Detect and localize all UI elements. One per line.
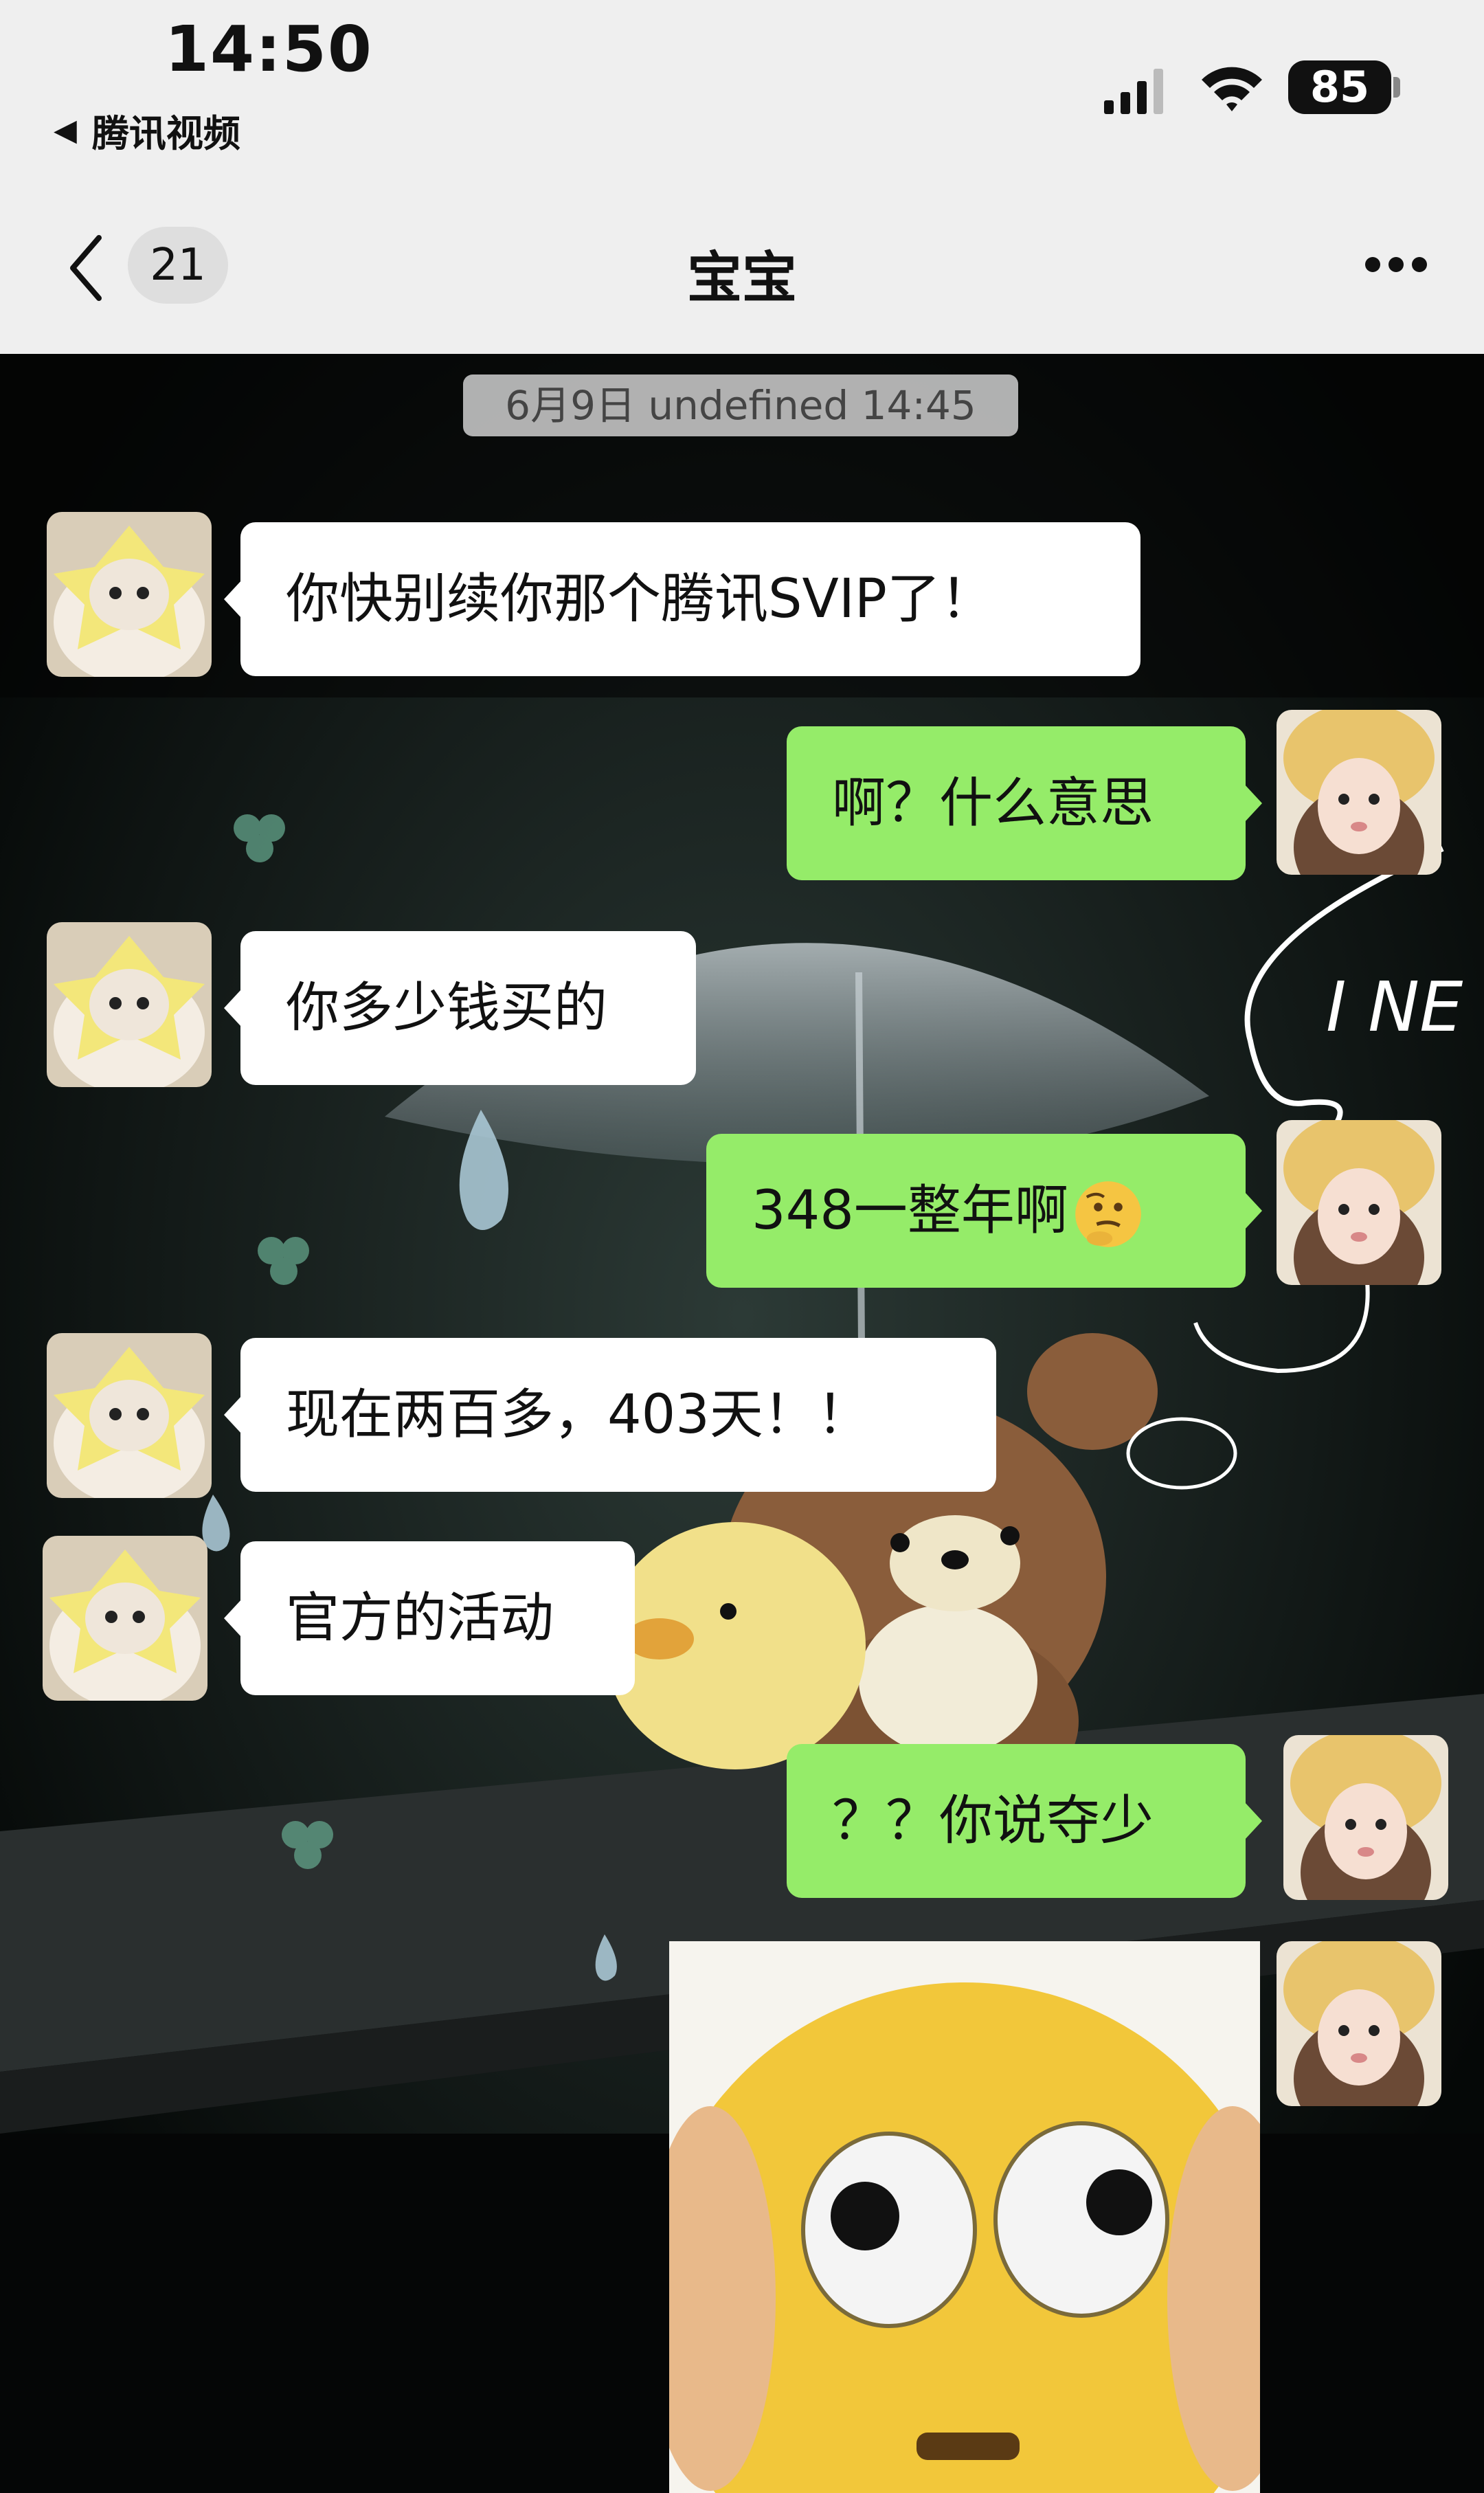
chat-title: 宝宝 [687, 246, 797, 310]
contact-avatar[interactable] [43, 1536, 207, 1701]
contact-avatar[interactable] [47, 512, 212, 677]
user-avatar[interactable] [1277, 1941, 1441, 2106]
message-bubble-outgoing[interactable]: 348一整年啊 [706, 1134, 1262, 1288]
battery-icon: 85 [1288, 60, 1391, 114]
message-text: 348一整年啊 [752, 1180, 1068, 1242]
contact-avatar[interactable] [47, 922, 212, 1087]
message-text: 啊？什么意思 [832, 772, 1154, 834]
message-bubble-outgoing[interactable]: 啊？什么意思 [787, 726, 1262, 880]
user-avatar[interactable] [1277, 1120, 1441, 1285]
message-text: 现在两百多，403天！！ [286, 1384, 870, 1446]
message-bubble-outgoing[interactable]: ？？你说夺少 [787, 1744, 1262, 1898]
message-bubble-incoming[interactable]: 你多少钱买的 [224, 931, 696, 1085]
back-triangle-icon: ◀ [54, 113, 77, 148]
cellular-signal-icon [1104, 69, 1163, 114]
user-avatar[interactable] [1283, 1735, 1448, 1900]
message-bubble-incoming[interactable]: 官方的活动 [224, 1541, 635, 1695]
message-timestamp: 6月9日 undefined 14:45 [463, 374, 1018, 436]
status-time: 14:50 [165, 12, 373, 86]
chat-area[interactable]: I NE 6月9日 undefined 14:45 你快别续你那个腾讯SVIP了… [0, 354, 1484, 2493]
user-avatar[interactable] [1277, 710, 1441, 875]
shocked-face-sticker[interactable] [669, 1941, 1260, 2493]
thinking-face-icon [1075, 1181, 1141, 1247]
back-app-label: 腾讯视频 [91, 112, 240, 155]
message-text: 官方的活动 [286, 1587, 554, 1649]
more-icon[interactable] [1364, 254, 1429, 275]
back-to-app-link[interactable]: ◀ 腾讯视频 [54, 103, 240, 157]
message-bubble-incoming[interactable]: 你快别续你那个腾讯SVIP了！ [224, 522, 1140, 676]
message-text: ？？你说夺少 [832, 1790, 1154, 1852]
message-bubble-incoming[interactable]: 现在两百多，403天！！ [224, 1338, 996, 1492]
background-doodle-text: I NE [1326, 967, 1463, 1047]
battery-tip [1393, 77, 1400, 98]
message-text: 你快别续你那个腾讯SVIP了！ [286, 568, 994, 630]
message-text: 你多少钱买的 [286, 977, 608, 1039]
contact-avatar[interactable] [47, 1333, 212, 1498]
top-bar: 14:50 ◀ 腾讯视频 85 21 宝宝 [0, 0, 1484, 354]
wifi-icon [1202, 67, 1262, 111]
